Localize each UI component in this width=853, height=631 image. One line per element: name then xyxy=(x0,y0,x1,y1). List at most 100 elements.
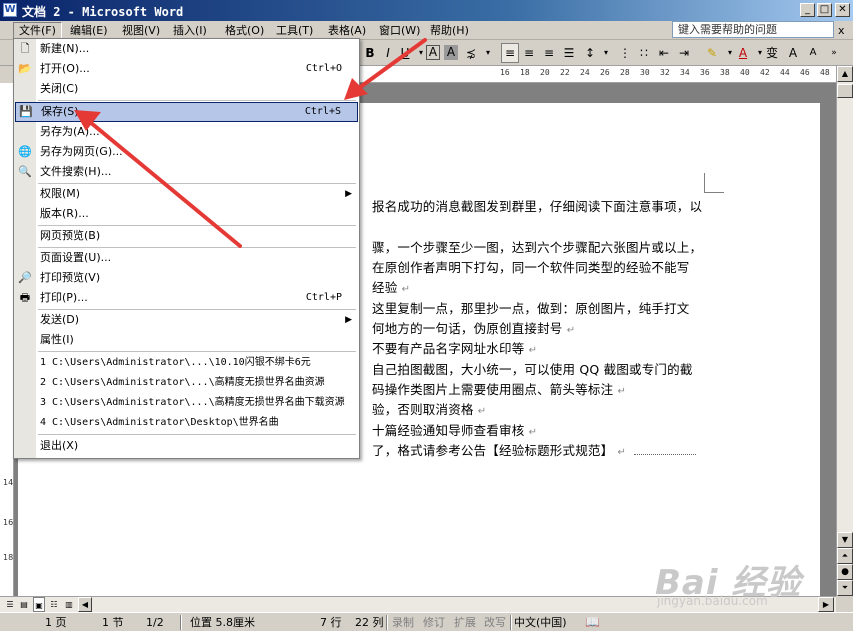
normal-view-icon[interactable]: ☰ xyxy=(4,597,16,612)
menu-recent-file-3[interactable]: 3 C:\Users\Administrator\...\高精度无损世界名曲下载… xyxy=(15,393,358,413)
horizontal-ruler[interactable]: 16 18 20 22 24 26 28 30 32 34 36 38 40 4… xyxy=(360,66,845,83)
doc-line[interactable]: 不要有产品名字网址水印等 ↵ xyxy=(372,339,537,361)
vertical-ruler[interactable]: 14 16 18 xyxy=(0,83,14,596)
vertical-scrollbar[interactable]: ▲ ▼ ⏶ ● ⏷ xyxy=(836,66,853,596)
status-trk[interactable]: 修订 xyxy=(423,615,445,630)
align-center-icon[interactable]: ≡ xyxy=(521,43,537,63)
menu-recent-file-2[interactable]: 2 C:\Users\Administrator\...\高精度无损世界名曲资源 xyxy=(15,373,358,393)
web-layout-icon[interactable]: ▤ xyxy=(18,597,30,612)
scroll-thumb[interactable] xyxy=(837,84,853,98)
help-question-input[interactable]: 键入需要帮助的问题 xyxy=(672,21,834,38)
menu-versions[interactable]: 版本(R)... xyxy=(15,204,358,224)
menu-save-as-web[interactable]: 🌐 另存为网页(G)... xyxy=(15,142,358,162)
menu-save-as[interactable]: 另存为(A)... xyxy=(15,122,358,142)
watermark-url: jingyan.baidu.com xyxy=(657,594,768,608)
numbering-icon[interactable]: ⋮ xyxy=(617,43,633,63)
menu-edit[interactable]: 编辑(E) xyxy=(65,22,113,39)
scroll-right-icon[interactable]: ▶ xyxy=(818,597,834,612)
decrease-indent-icon[interactable]: ⇤ xyxy=(656,43,672,63)
prev-page-icon[interactable]: ⏶ xyxy=(837,548,853,564)
increase-indent-icon[interactable]: ⇥ xyxy=(676,43,692,63)
minimize-button[interactable]: _ xyxy=(800,3,815,17)
doc-line[interactable]: 经验 ↵ xyxy=(372,278,410,300)
status-language[interactable]: 中文(中国) xyxy=(514,615,567,630)
menu-properties[interactable]: 属性(I) xyxy=(15,330,358,350)
doc-line[interactable]: 了，格式请参考公告【经验标题形式规范】 ↵ xyxy=(372,441,697,463)
menu-recent-file-1[interactable]: 1 C:\Users\Administrator\...\10.10闪银不绑卡6… xyxy=(15,353,358,373)
browse-object-icon[interactable]: ● xyxy=(837,564,853,580)
menu-open[interactable]: 📂 打开(O)... Ctrl+O xyxy=(15,59,358,79)
menu-help[interactable]: 帮助(H) xyxy=(425,22,474,39)
italic-icon[interactable]: I xyxy=(380,43,396,63)
underline-button[interactable]: U xyxy=(397,43,413,63)
menu-insert[interactable]: 插入(I) xyxy=(168,22,212,39)
menu-new[interactable]: 🗋 新建(N)... xyxy=(15,39,358,59)
doc-line[interactable]: 骤，一个步骤至少一图，达到六个步骤配六张图片或以上， xyxy=(372,238,702,258)
menu-page-setup[interactable]: 页面设置(U)... xyxy=(15,248,358,268)
status-section[interactable]: 1 节 xyxy=(102,615,124,630)
doc-line[interactable]: 十篇经验通知导师查看审核 ↵ xyxy=(372,421,537,443)
word-app-icon[interactable]: W xyxy=(3,3,17,17)
next-page-icon[interactable]: ⏷ xyxy=(837,580,853,596)
line-spacing-icon[interactable]: ↕ xyxy=(582,43,598,63)
close-button[interactable]: ✕ xyxy=(835,3,850,17)
menu-print-preview[interactable]: 🔎 打印预览(V) xyxy=(15,268,358,288)
line-spacing-dropdown-icon[interactable]: ▾ xyxy=(598,43,614,63)
menu-window[interactable]: 窗口(W) xyxy=(374,22,425,39)
char-scale-dropdown-icon[interactable]: ▾ xyxy=(480,43,496,63)
doc-line[interactable]: 验，否则取消资格 ↵ xyxy=(372,400,486,422)
status-line[interactable]: 7 行 xyxy=(320,615,342,630)
menu-file-search[interactable]: 🔍 文件搜索(H)... xyxy=(15,162,358,182)
scroll-left-icon[interactable]: ◀ xyxy=(78,597,92,612)
doc-line[interactable]: 这里复制一点，那里抄一点，做到：原创图片，纯手打文 xyxy=(372,299,690,319)
menu-table[interactable]: 表格(A) xyxy=(323,22,371,39)
distributed-align-icon[interactable]: ☰ xyxy=(561,43,577,63)
font-color-button[interactable]: A xyxy=(735,43,751,63)
status-page-of[interactable]: 1/2 xyxy=(146,615,164,630)
menu-save[interactable]: 💾 保存(S) Ctrl+S xyxy=(15,102,358,122)
document-close-icon[interactable]: x xyxy=(838,24,845,37)
bold-button[interactable]: B xyxy=(362,43,378,63)
menu-close[interactable]: 关闭(C) xyxy=(15,79,358,99)
menu-web-preview[interactable]: 网页预览(B) xyxy=(15,226,358,246)
char-border-button[interactable]: A xyxy=(426,45,440,60)
shrink-font-button[interactable]: A xyxy=(805,43,821,63)
status-ext[interactable]: 扩展 xyxy=(454,615,476,630)
align-right-icon[interactable]: ≡ xyxy=(541,43,557,63)
status-position[interactable]: 位置 5.8厘米 xyxy=(190,615,255,630)
scroll-down-icon[interactable]: ▼ xyxy=(837,532,853,548)
doc-line[interactable]: 何地方的一句话，伪原创直接封号 ↵ xyxy=(372,319,575,341)
menu-file[interactable]: 文件(F) xyxy=(13,22,62,39)
ruler-tick: 42 xyxy=(760,68,770,77)
grow-font-button[interactable]: A xyxy=(785,43,801,63)
menu-exit[interactable]: 退出(X) xyxy=(15,436,358,456)
menu-permission[interactable]: 权限(M) ▶ xyxy=(15,184,358,204)
char-scale-icon[interactable]: ⋨ xyxy=(463,43,479,63)
maximize-button[interactable]: □ xyxy=(817,3,832,17)
menu-tools[interactable]: 工具(T) xyxy=(271,22,318,39)
status-rec[interactable]: 录制 xyxy=(392,615,414,630)
status-column[interactable]: 22 列 xyxy=(355,615,384,630)
menu-send[interactable]: 发送(D) ▶ xyxy=(15,310,358,330)
print-layout-icon[interactable]: ▣ xyxy=(33,597,45,612)
doc-line[interactable]: 报名成功的消息截图发到群里，仔细阅读下面注意事项，以 xyxy=(372,197,702,217)
menu-format[interactable]: 格式(O) xyxy=(220,22,269,39)
reading-layout-icon[interactable]: ▥ xyxy=(63,597,75,612)
doc-line[interactable]: 自己拍图截图，大小统一，可以使用 QQ 截图或专门的截 xyxy=(372,360,693,380)
scroll-up-icon[interactable]: ▲ xyxy=(837,66,853,82)
phonetic-guide-icon[interactable]: 变 xyxy=(764,43,780,63)
menu-print[interactable]: 🖶 打印(P)... Ctrl+P xyxy=(15,288,358,308)
align-justify-icon[interactable]: ≡ xyxy=(501,43,519,63)
menu-view[interactable]: 视图(V) xyxy=(117,22,165,39)
char-shading-button[interactable]: A xyxy=(444,45,458,60)
doc-line[interactable]: 在原创作者声明下打勾，同一个软件同类型的经验不能写 xyxy=(372,258,690,278)
highlight-icon[interactable]: ✎ xyxy=(704,43,720,63)
bullets-icon[interactable]: ∷ xyxy=(636,43,652,63)
menu-recent-file-4[interactable]: 4 C:\Users\Administrator\Desktop\世界名曲 xyxy=(15,413,358,433)
status-page[interactable]: 1 页 xyxy=(45,615,67,630)
doc-line[interactable]: 码操作类图片上需要使用圈点、箭头等标注 ↵ xyxy=(372,380,626,402)
status-ovr[interactable]: 改写 xyxy=(484,615,506,630)
spelling-status-icon[interactable]: 📖 xyxy=(585,615,600,630)
toolbar-options-icon[interactable]: » xyxy=(826,43,842,63)
outline-view-icon[interactable]: ☷ xyxy=(48,597,60,612)
